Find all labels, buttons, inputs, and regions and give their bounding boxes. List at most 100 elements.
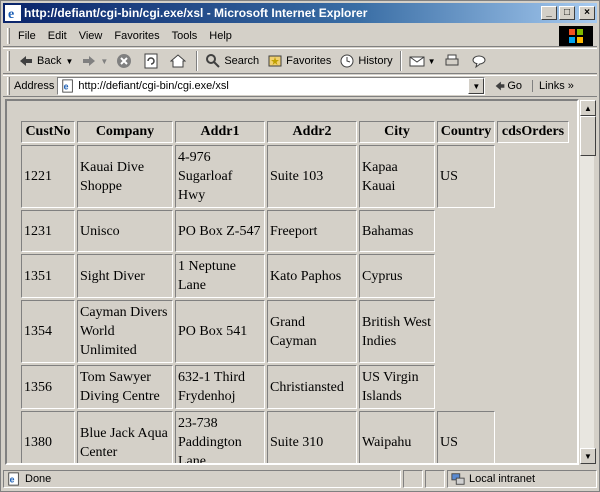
- toolbar-separator: [399, 51, 402, 71]
- header-custno: CustNo: [21, 121, 75, 143]
- forward-button[interactable]: ▼: [77, 50, 112, 72]
- refresh-button[interactable]: [139, 50, 166, 72]
- title-bar[interactable]: e http://defiant/cgi-bin/cgi.exe/xsl - M…: [3, 3, 597, 23]
- browser-window: e http://defiant/cgi-bin/cgi.exe/xsl - M…: [0, 0, 600, 492]
- windows-logo-icon: [559, 26, 593, 46]
- back-button[interactable]: Back ▼: [14, 50, 77, 72]
- zone-label: Local intranet: [469, 473, 536, 485]
- history-label: History: [358, 55, 393, 67]
- print-button[interactable]: [440, 50, 467, 72]
- stop-button[interactable]: [112, 50, 139, 72]
- menu-bar: File Edit View Favorites Tools Help: [3, 25, 597, 47]
- vertical-scrollbar[interactable]: ▲ ▼: [579, 99, 596, 465]
- go-arrow-icon: [495, 81, 505, 91]
- header-addr1: Addr1: [175, 121, 265, 143]
- page-content[interactable]: CustNo Company Addr1 Addr2 City Country …: [5, 99, 579, 465]
- toolbar-grip[interactable]: [7, 51, 10, 71]
- favorites-icon: [268, 55, 282, 67]
- mail-dropdown-icon[interactable]: ▼: [428, 57, 436, 66]
- menu-tools[interactable]: Tools: [168, 30, 206, 42]
- address-input[interactable]: e http://defiant/cgi-bin/cgi.exe/xsl ▼: [57, 77, 486, 95]
- table-row: 1221 Kauai Dive Shoppe 4-976 Sugarloaf H…: [21, 145, 569, 208]
- cell-company: Blue Jack Aqua Center: [77, 411, 173, 463]
- cell-city: Bahamas: [359, 210, 435, 252]
- menu-help[interactable]: Help: [205, 30, 240, 42]
- back-arrow-icon: [20, 56, 32, 66]
- cell-city: US Virgin Islands: [359, 365, 435, 409]
- forward-arrow-icon: [83, 56, 96, 66]
- address-grip[interactable]: [7, 77, 10, 95]
- discuss-button[interactable]: [467, 50, 494, 72]
- page-icon: e: [62, 79, 74, 93]
- forward-dropdown-icon[interactable]: ▼: [100, 57, 108, 66]
- cell-addr1: 4-976 Sugarloaf Hwy: [175, 145, 265, 208]
- cell-addr1: 632-1 Third Frydenhoj: [175, 365, 265, 409]
- mail-icon: [409, 56, 425, 67]
- table-row: 1354 Cayman Divers World Unlimited PO Bo…: [21, 300, 569, 363]
- mail-button[interactable]: ▼: [405, 50, 440, 72]
- header-country: Country: [437, 121, 495, 143]
- cell-custno: 1231: [21, 210, 75, 252]
- cell-city: British West Indies: [359, 300, 435, 363]
- svg-text:e: e: [8, 7, 14, 21]
- cell-company: Sight Diver: [77, 254, 173, 298]
- menu-view[interactable]: View: [75, 30, 111, 42]
- address-label: Address: [14, 80, 55, 92]
- header-addr2: Addr2: [267, 121, 357, 143]
- cell-company: Tom Sawyer Diving Centre: [77, 365, 173, 409]
- svg-text:e: e: [64, 82, 69, 92]
- history-button[interactable]: History: [335, 50, 396, 72]
- go-button[interactable]: Go: [493, 79, 522, 93]
- customer-table: CustNo Company Addr1 Addr2 City Country …: [19, 119, 571, 463]
- search-button[interactable]: Search: [201, 50, 263, 72]
- back-dropdown-icon[interactable]: ▼: [65, 57, 73, 66]
- address-dropdown-button[interactable]: ▼: [468, 78, 485, 94]
- search-icon: [206, 54, 221, 68]
- cell-addr1: PO Box Z-547: [175, 210, 265, 252]
- status-bar: e Done Local intranet: [3, 469, 597, 489]
- links-button[interactable]: Links »: [532, 80, 574, 92]
- cell-custno: 1221: [21, 145, 75, 208]
- minimize-button[interactable]: _: [541, 6, 557, 20]
- scroll-up-button[interactable]: ▲: [580, 100, 596, 116]
- local-intranet-icon: [451, 473, 465, 485]
- home-button[interactable]: [166, 50, 193, 72]
- cell-company: Cayman Divers World Unlimited: [77, 300, 173, 363]
- menu-file[interactable]: File: [14, 30, 44, 42]
- cell-country: US: [437, 411, 495, 463]
- go-label: Go: [507, 80, 523, 92]
- cell-custno: 1351: [21, 254, 75, 298]
- status-main: e Done: [3, 470, 401, 488]
- standard-toolbar: Back ▼ ▼ Search Favorites History ▼: [3, 48, 597, 74]
- links-label: Links: [539, 80, 565, 92]
- header-company: Company: [77, 121, 173, 143]
- favorites-label: Favorites: [286, 55, 332, 67]
- svg-text:e: e: [10, 475, 15, 485]
- cell-custno: 1380: [21, 411, 75, 463]
- scroll-down-button[interactable]: ▼: [580, 448, 596, 464]
- header-cdsorders: cdsOrders: [497, 121, 569, 143]
- favorites-button[interactable]: Favorites: [263, 50, 335, 72]
- menu-favorites[interactable]: Favorites: [110, 30, 167, 42]
- toolbar-separator: [196, 51, 199, 71]
- menu-edit[interactable]: Edit: [44, 30, 75, 42]
- maximize-button[interactable]: □: [559, 6, 575, 20]
- header-city: City: [359, 121, 435, 143]
- close-button[interactable]: ×: [579, 6, 595, 20]
- scroll-thumb[interactable]: [580, 116, 596, 156]
- cell-addr2: Suite 103: [267, 145, 357, 208]
- table-header-row: CustNo Company Addr1 Addr2 City Country …: [21, 121, 569, 143]
- back-label: Back: [37, 55, 62, 67]
- cell-city: Kapaa Kauai: [359, 145, 435, 208]
- search-label: Search: [224, 55, 260, 67]
- status-zone: Local intranet: [447, 470, 597, 488]
- cell-addr1: 23-738 Paddington Lane: [175, 411, 265, 463]
- table-row: 1380 Blue Jack Aqua Center 23-738 Paddin…: [21, 411, 569, 463]
- cell-company: Unisco: [77, 210, 173, 252]
- status-progress: [403, 470, 423, 488]
- cell-addr1: PO Box 541: [175, 300, 265, 363]
- cell-custno: 1356: [21, 365, 75, 409]
- address-bar: Address e http://defiant/cgi-bin/cgi.exe…: [3, 75, 597, 97]
- table-row: 1351 Sight Diver 1 Neptune Lane Kato Pap…: [21, 254, 569, 298]
- menu-grip[interactable]: [7, 27, 10, 44]
